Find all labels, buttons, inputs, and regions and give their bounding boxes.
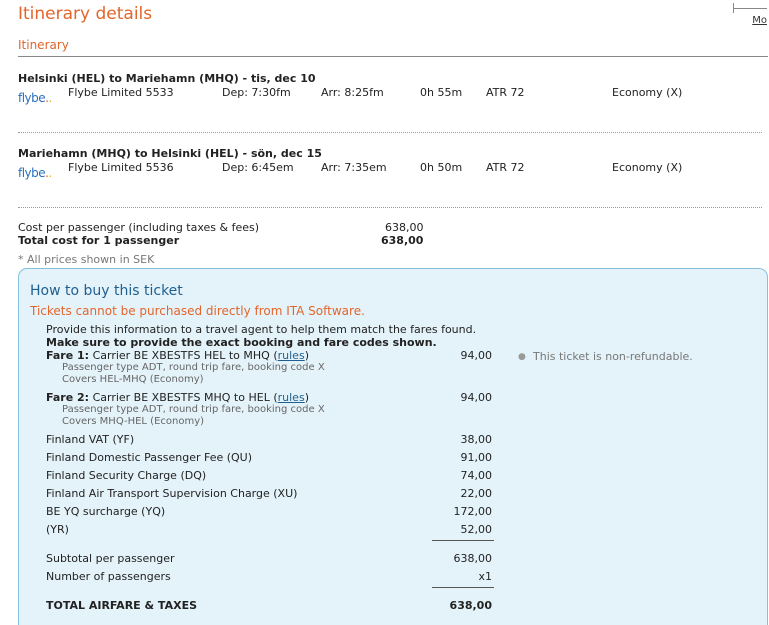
tax-amount: 91,00: [460, 451, 493, 464]
tax-label: Finland Air Transport Supervision Charge…: [46, 487, 298, 500]
tax-label: Finland Security Charge (DQ): [46, 469, 207, 482]
fare-2-coverage: Covers MHQ-HEL (Economy): [62, 416, 205, 427]
fare-1-coverage: Covers HEL-MHQ (Economy): [62, 374, 204, 385]
fare-2-line: Fare 2: Carrier BE XBESTFS MHQ to HEL (r…: [46, 391, 309, 404]
segment-title: Mariehamn (MHQ) to Helsinki (HEL) - sön,…: [18, 147, 322, 160]
refund-note: This ticket is non-refundable.: [533, 350, 693, 363]
tax-label: Finland Domestic Passenger Fee (QU): [46, 451, 253, 464]
how-to-buy-title: How to buy this ticket: [30, 283, 183, 299]
arrival-time: Arr: 8:25fm: [321, 86, 384, 99]
tax-amount: 38,00: [460, 433, 493, 446]
segment-divider: [18, 207, 762, 208]
aircraft-type: ATR 72: [486, 86, 525, 99]
arrival-time: Arr: 7:35em: [321, 161, 387, 174]
page-title: Itinerary details: [18, 4, 153, 24]
cabin-class: Economy (X): [612, 161, 683, 174]
segment-title: Helsinki (HEL) to Mariehamn (MHQ) - tis,…: [18, 72, 316, 85]
passenger-count-value: x1: [478, 570, 492, 583]
flybe-logo-icon: flybe..: [18, 91, 52, 105]
passenger-count-label: Number of passengers: [46, 570, 171, 583]
fare-1-line: Fare 1: Carrier BE XBESTFS HEL to MHQ (r…: [46, 349, 309, 362]
departure-time: Dep: 6:45em: [222, 161, 294, 174]
flybe-logo-icon: flybe..: [18, 166, 52, 180]
fare-description-close: ): [304, 391, 309, 404]
total-cost-value: 638,00: [381, 234, 424, 247]
fare-1-passenger-info: Passenger type ADT, round trip fare, boo…: [62, 362, 325, 373]
total-cost-label: Total cost for 1 passenger: [18, 234, 180, 247]
fare-1-amount: 94,00: [460, 349, 493, 362]
more-link-divider-bar: [733, 8, 767, 9]
cost-per-passenger-value: 638,00: [385, 221, 424, 234]
fare-description-close: ): [304, 349, 309, 362]
agent-instruction: Provide this information to a travel age…: [46, 323, 477, 336]
tax-amount: 52,00: [460, 523, 493, 536]
tax-amount: 172,00: [453, 505, 493, 518]
tax-amount: 22,00: [460, 487, 493, 500]
tax-label: Finland VAT (YF): [46, 433, 135, 446]
fare-description: Carrier BE XBESTFS HEL to MHQ (: [92, 349, 278, 362]
aircraft-type: ATR 72: [486, 161, 525, 174]
subtotal-label: Subtotal per passenger: [46, 552, 175, 565]
subtotal-value: 638,00: [453, 552, 493, 565]
bullet-icon: ●: [518, 352, 526, 362]
tax-amount: 74,00: [460, 469, 493, 482]
fare-rules-link[interactable]: rules: [278, 391, 305, 404]
fare-label: Fare 2:: [46, 391, 90, 404]
total-airfare-value: 638,00: [449, 599, 492, 612]
cabin-class: Economy (X): [612, 86, 683, 99]
fare-label: Fare 1:: [46, 349, 90, 362]
currency-note: * All prices shown in SEK: [18, 253, 155, 266]
section-divider: [18, 56, 768, 57]
cost-per-passenger-label: Cost per passenger (including taxes & fe…: [18, 221, 260, 234]
flight-duration: 0h 55m: [420, 86, 463, 99]
flight-duration: 0h 50m: [420, 161, 463, 174]
flight-number: Flybe Limited 5536: [68, 161, 174, 174]
flight-number: Flybe Limited 5533: [68, 86, 174, 99]
fare-2-passenger-info: Passenger type ADT, round trip fare, boo…: [62, 404, 325, 415]
total-divider: [432, 587, 494, 588]
section-title-itinerary: Itinerary: [18, 38, 69, 52]
fare-2-amount: 94,00: [460, 391, 493, 404]
tax-label: BE YQ surcharge (YQ): [46, 505, 166, 518]
fare-rules-link[interactable]: rules: [278, 349, 305, 362]
tax-label: (YR): [46, 523, 69, 536]
fare-description: Carrier BE XBESTFS MHQ to HEL (: [92, 391, 278, 404]
segment-divider: [18, 132, 762, 133]
departure-time: Dep: 7:30fm: [222, 86, 291, 99]
subtotal-divider: [432, 540, 494, 541]
purchase-warning: Tickets cannot be purchased directly fro…: [30, 304, 365, 318]
total-airfare-label: TOTAL AIRFARE & TAXES: [46, 599, 198, 612]
agent-instruction-bold: Make sure to provide the exact booking a…: [46, 336, 437, 349]
more-link[interactable]: Mo: [752, 15, 767, 26]
